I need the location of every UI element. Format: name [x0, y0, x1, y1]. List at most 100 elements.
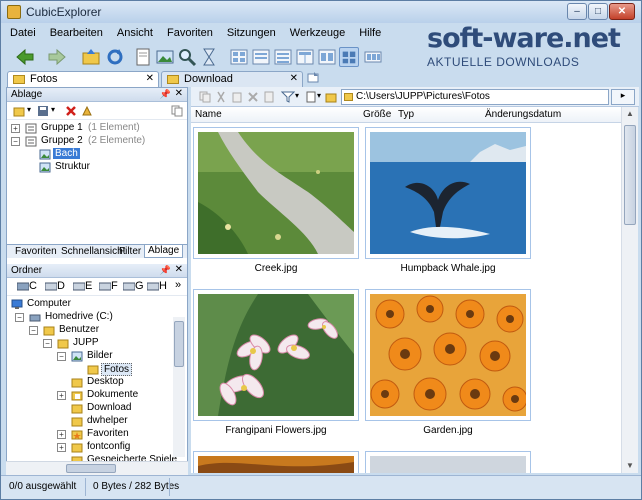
address-go-button[interactable]: ▸	[611, 89, 635, 105]
scroll-down-icon[interactable]: ▼	[626, 461, 634, 470]
scroll-up-icon[interactable]: ▲	[626, 109, 634, 118]
drive-d[interactable]: D	[44, 280, 65, 292]
title-bar[interactable]: CubicExplorer – □ ✕	[1, 1, 641, 23]
view-filmstrip-icon[interactable]	[363, 47, 383, 67]
panel-close-icon[interactable]: ✕	[175, 88, 183, 99]
column-type[interactable]: Typ	[398, 109, 414, 120]
menu-sitzungen[interactable]: Sitzungen	[220, 25, 283, 43]
ablage-tree: + Gruppe 1 (1 Element) − Gruppe 2 (2 Ele…	[7, 120, 187, 244]
collapse-icon[interactable]: −	[43, 339, 52, 348]
dropdown-arrow-icon[interactable]: ▾	[295, 91, 299, 100]
file-name[interactable]: Creek.jpg	[193, 263, 359, 274]
folder-tree-hscrollbar[interactable]	[6, 461, 188, 475]
tab-download[interactable]: Download ✕	[161, 71, 303, 87]
folder-tree-scrollbar[interactable]	[173, 317, 185, 457]
file-list-scrollbar[interactable]: ▲ ▼	[621, 107, 638, 473]
new-folder-icon[interactable]	[325, 91, 337, 103]
ordner-title: Ordner	[11, 265, 43, 276]
dropdown-arrow-icon[interactable]: ▾	[317, 91, 321, 100]
view-large-icons-icon[interactable]	[229, 47, 249, 67]
menu-ansicht[interactable]: Ansicht	[110, 25, 160, 43]
tab-favoriten[interactable]: Favoriten	[15, 246, 57, 257]
collapse-icon[interactable]: −	[57, 352, 66, 361]
view-details-icon[interactable]	[295, 47, 315, 67]
thumbnail-creek[interactable]	[193, 127, 359, 259]
menu-datei[interactable]: Datei	[3, 25, 43, 43]
drive-h[interactable]: H	[146, 280, 167, 292]
new-tab-icon[interactable]	[307, 72, 319, 84]
menu-werkzeuge[interactable]: Werkzeuge	[283, 25, 352, 43]
expand-icon[interactable]: +	[57, 391, 66, 400]
open-folder-icon[interactable]	[13, 105, 25, 117]
collapse-icon[interactable]: −	[15, 313, 24, 322]
clear-icon[interactable]	[81, 105, 93, 117]
tab-close-icon[interactable]: ✕	[146, 73, 154, 84]
menu-favoriten[interactable]: Favoriten	[160, 25, 220, 43]
minimize-button[interactable]: –	[567, 3, 587, 20]
scrollbar-thumb[interactable]	[174, 321, 184, 367]
image-icon[interactable]	[155, 47, 175, 67]
tab-fotos[interactable]: Fotos ✕	[7, 71, 159, 87]
dropdown-arrow-icon[interactable]: ▾	[51, 105, 55, 114]
search-icon[interactable]	[177, 47, 197, 67]
drive-c[interactable]: C	[16, 280, 37, 292]
pin-icon[interactable]: 📌	[160, 89, 171, 100]
thumbnail-partial[interactable]	[193, 451, 359, 473]
drive-f[interactable]: F	[98, 280, 118, 292]
column-date[interactable]: Änderungsdatum	[485, 109, 561, 120]
view-tiles-icon[interactable]	[317, 47, 337, 67]
panel-close-icon[interactable]: ✕	[175, 264, 183, 275]
file-name[interactable]: Humpback Whale.jpg	[365, 263, 531, 274]
view-small-icons-icon[interactable]	[251, 47, 271, 67]
refresh-icon[interactable]	[105, 47, 125, 67]
drive-g[interactable]: G	[122, 280, 144, 292]
more-drives-icon[interactable]: »	[175, 279, 181, 291]
thumbnail-garden[interactable]	[365, 289, 531, 421]
tab-ablage[interactable]: Ablage	[144, 245, 184, 258]
filter-icon[interactable]	[281, 91, 295, 103]
maximize-button[interactable]: □	[588, 3, 608, 20]
expand-icon[interactable]: +	[57, 430, 66, 439]
tab-close-icon[interactable]: ✕	[290, 73, 298, 84]
cut-icon[interactable]	[215, 91, 227, 103]
file-name[interactable]: Garden.jpg	[365, 425, 531, 436]
column-size[interactable]: Größe	[363, 109, 391, 120]
view-thumbnails-icon[interactable]	[339, 47, 359, 67]
thumbnail-frangipani-flowers[interactable]	[193, 289, 359, 421]
back-icon[interactable]	[15, 47, 35, 67]
thumbnail-humpback-whale[interactable]	[365, 127, 531, 259]
group-icon	[25, 123, 37, 134]
scrollbar-thumb[interactable]	[66, 464, 116, 473]
address-bar[interactable]: C:\Users\JUPP\Pictures\Fotos	[341, 89, 609, 105]
close-button[interactable]: ✕	[609, 3, 635, 20]
save-icon[interactable]	[37, 105, 49, 117]
tab-filter[interactable]: Filter	[119, 246, 141, 257]
status-size: 0 Bytes / 282 Bytes	[93, 481, 180, 492]
copy-icon[interactable]	[171, 105, 183, 117]
file-name[interactable]: Frangipani Flowers.jpg	[193, 425, 359, 436]
copy-icon[interactable]	[199, 91, 211, 103]
pin-icon[interactable]: 📌	[160, 265, 171, 276]
hourglass-icon[interactable]	[199, 47, 219, 67]
delete-icon[interactable]	[247, 91, 259, 103]
paste-icon[interactable]	[231, 91, 243, 103]
dropdown-arrow-icon[interactable]: ▾	[27, 105, 31, 114]
expand-icon[interactable]: +	[11, 124, 20, 133]
column-name[interactable]: Name	[195, 109, 222, 120]
tab-schnellansicht[interactable]: Schnellansicht	[61, 246, 125, 257]
view-list-icon[interactable]	[273, 47, 293, 67]
scrollbar-thumb[interactable]	[624, 125, 636, 225]
expand-icon[interactable]: +	[57, 443, 66, 452]
collapse-icon[interactable]: −	[11, 137, 20, 146]
properties-icon[interactable]	[263, 91, 275, 103]
folder-up-icon[interactable]	[81, 47, 101, 67]
new-document-icon[interactable]	[133, 47, 153, 67]
thumbnail-partial[interactable]	[365, 451, 531, 473]
new-file-icon[interactable]	[305, 91, 317, 103]
delete-icon[interactable]	[65, 105, 77, 117]
drive-e[interactable]: E	[72, 280, 92, 292]
collapse-icon[interactable]: −	[29, 326, 38, 335]
menu-bearbeiten[interactable]: Bearbeiten	[43, 25, 110, 43]
forward-icon[interactable]	[47, 47, 67, 67]
menu-hilfe[interactable]: Hilfe	[352, 25, 388, 43]
